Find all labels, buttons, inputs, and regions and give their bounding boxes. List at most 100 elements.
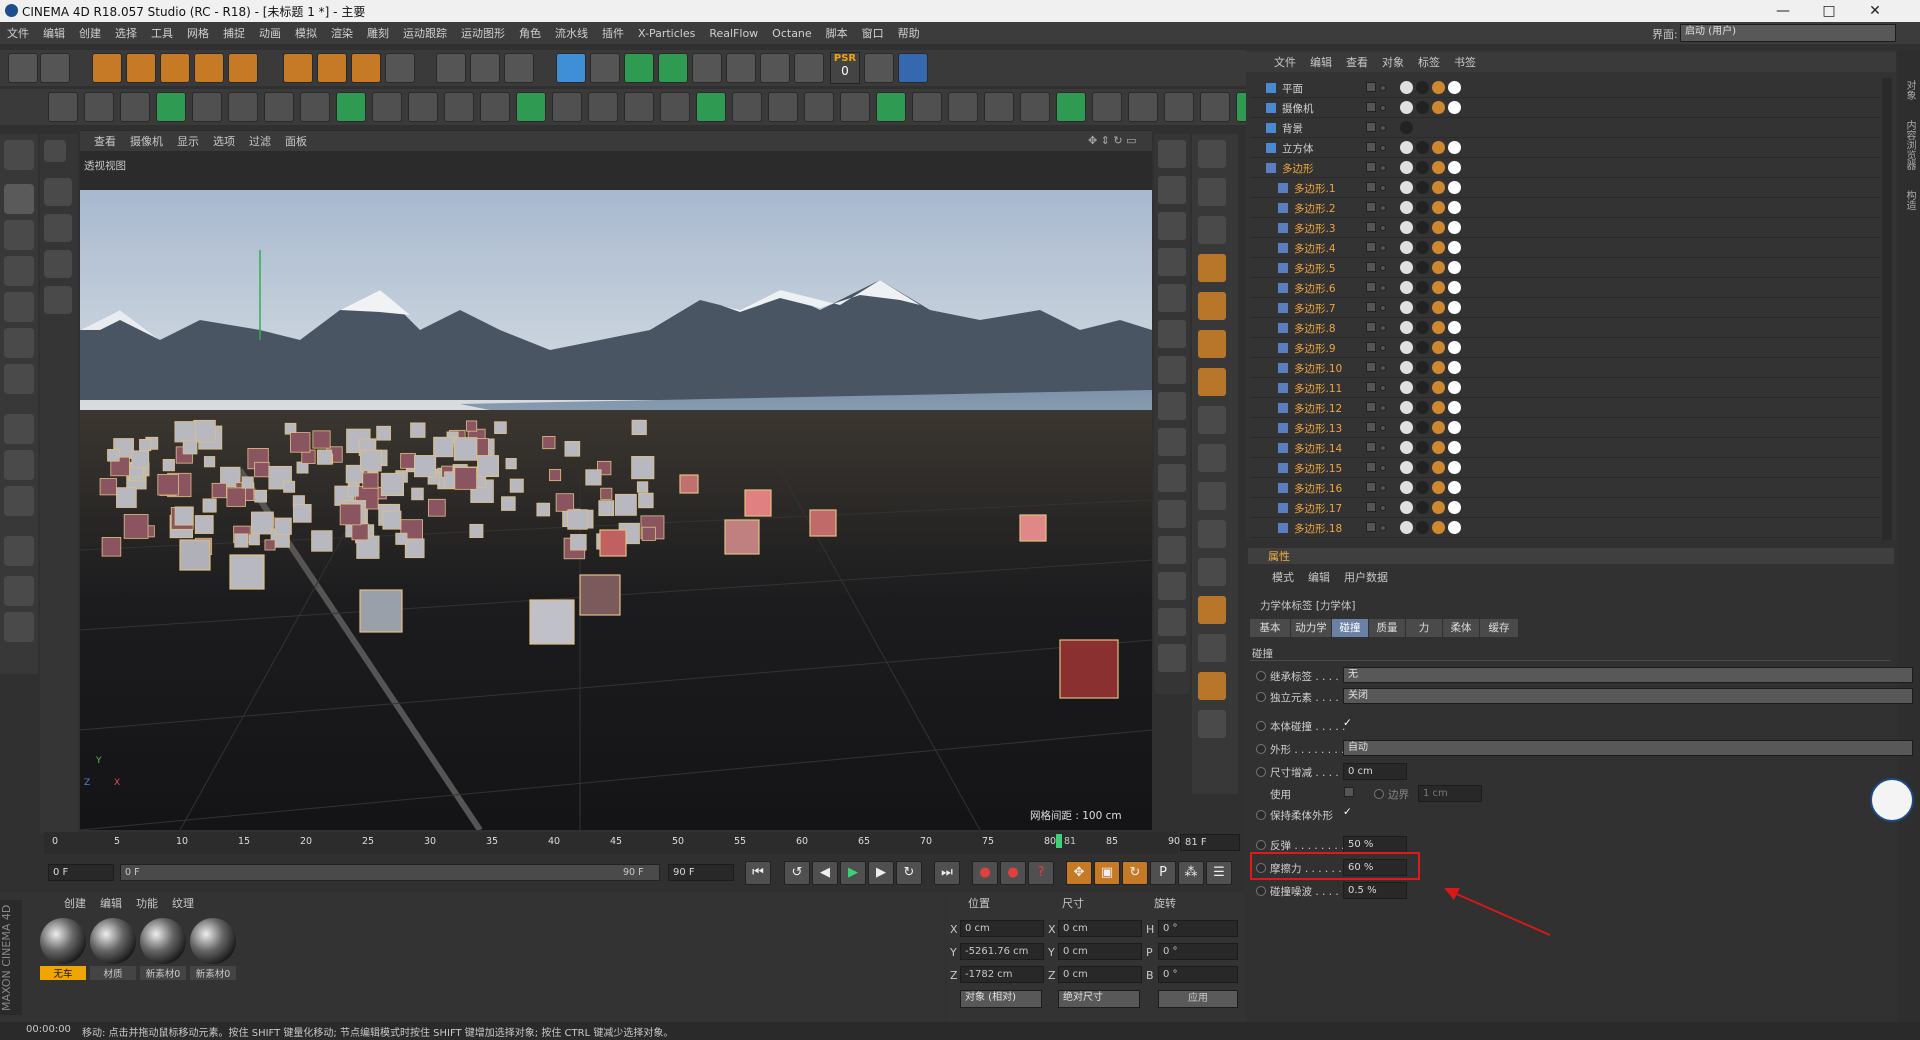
menu-file[interactable]: 文件 <box>0 25 36 41</box>
object-tag-icon[interactable] <box>1400 81 1413 94</box>
object-tag-icon[interactable] <box>1432 161 1445 174</box>
rigid-body-cube[interactable] <box>404 538 425 559</box>
friction-input[interactable]: 60 % <box>1343 859 1407 876</box>
object-tag-icon[interactable] <box>1416 481 1429 494</box>
play-icon[interactable]: ▶ <box>840 861 866 885</box>
rigid-body-cube[interactable] <box>505 457 517 470</box>
rigid-body-cube[interactable] <box>542 435 556 450</box>
next-frame-icon[interactable]: ▶ <box>868 861 894 885</box>
rigid-body-cube[interactable] <box>351 523 369 541</box>
move-tool-icon[interactable] <box>126 53 156 83</box>
object-tag-icon[interactable] <box>1448 361 1461 374</box>
object-tag-icon[interactable] <box>1416 241 1429 254</box>
object-tag-icon[interactable] <box>1448 321 1461 334</box>
viewport-tool-icon[interactable] <box>1158 500 1186 528</box>
layer-checkbox[interactable] <box>1366 82 1376 92</box>
dynamics-tool-icon[interactable] <box>1198 596 1226 624</box>
size-y-input[interactable]: 0 cm <box>1058 943 1142 960</box>
camera-icon[interactable] <box>760 53 790 83</box>
lasso-select-icon[interactable] <box>44 250 72 278</box>
object-tag-icon[interactable] <box>1432 361 1445 374</box>
object-tag-icon[interactable] <box>1432 521 1445 534</box>
rigid-body-cube[interactable] <box>359 589 403 633</box>
self-collision-radio[interactable] <box>1256 721 1266 731</box>
rigid-body-cube[interactable] <box>359 449 382 472</box>
shader-effector-icon[interactable] <box>732 92 762 122</box>
dynamics-tool-icon[interactable] <box>1198 634 1226 662</box>
material-swatch[interactable] <box>90 918 136 964</box>
dynamics-tool-icon[interactable] <box>1198 558 1226 586</box>
visibility-dot[interactable] <box>1380 285 1386 291</box>
undo-icon[interactable] <box>8 53 38 83</box>
object-tag-icon[interactable] <box>1400 361 1413 374</box>
visibility-dot[interactable] <box>1380 305 1386 311</box>
model-mode-icon[interactable] <box>4 184 34 214</box>
layer-checkbox[interactable] <box>1366 302 1376 312</box>
rotate-tool-icon[interactable] <box>194 53 224 83</box>
object-tag-icon[interactable] <box>1432 281 1445 294</box>
object-name[interactable]: 摄像机 <box>1282 101 1314 116</box>
rigid-body-cube[interactable] <box>203 456 216 468</box>
rigid-body-cube[interactable] <box>234 533 249 548</box>
point-select-icon[interactable] <box>156 92 186 122</box>
mat-menu-create[interactable]: 创建 <box>64 895 86 911</box>
tab-basic[interactable]: 基本 <box>1250 619 1290 637</box>
rigid-body-cube[interactable] <box>250 511 274 535</box>
object-tag-icon[interactable] <box>1432 461 1445 474</box>
visibility-dot[interactable] <box>1380 485 1386 491</box>
menu-mograph[interactable]: 运动图形 <box>454 25 512 41</box>
layer-checkbox[interactable] <box>1366 162 1376 172</box>
ring-select-icon[interactable] <box>192 92 222 122</box>
layer-checkbox[interactable] <box>1366 402 1376 412</box>
rigid-body-cube[interactable] <box>477 455 500 478</box>
object-tag-icon[interactable] <box>1432 221 1445 234</box>
rotation-h-input[interactable]: 0 ° <box>1158 920 1238 937</box>
visibility-dot[interactable] <box>1380 105 1386 111</box>
material-swatch[interactable] <box>140 918 186 964</box>
attr-menu-userdata[interactable]: 用户数据 <box>1344 569 1388 585</box>
rigid-body-cube[interactable] <box>380 472 405 497</box>
attr-menu-edit[interactable]: 编辑 <box>1308 569 1330 585</box>
independent-anim-radio[interactable] <box>1256 692 1266 702</box>
particles-icon[interactable] <box>912 92 942 122</box>
visibility-dot[interactable] <box>1380 525 1386 531</box>
rigid-body-cube[interactable] <box>123 514 149 539</box>
object-tag-icon[interactable] <box>1448 301 1461 314</box>
menu-xparticles[interactable]: X-Particles <box>631 27 702 40</box>
menu-animate[interactable]: 动画 <box>252 25 288 41</box>
object-tag-icon[interactable] <box>1448 201 1461 214</box>
transform-tool-icon[interactable] <box>228 53 258 83</box>
object-row[interactable]: 多边形.1 <box>1250 178 1880 198</box>
size-increment-input[interactable]: 0 cm <box>1343 763 1407 780</box>
object-tag-icon[interactable] <box>1400 201 1413 214</box>
object-name[interactable]: 多边形.13 <box>1294 421 1342 436</box>
rigid-body-cube[interactable] <box>194 515 214 534</box>
close-button[interactable]: ✕ <box>1852 0 1898 22</box>
help-icon[interactable] <box>44 140 66 162</box>
object-tag-icon[interactable] <box>1416 381 1429 394</box>
rigid-body-cube[interactable] <box>174 421 196 443</box>
object-tag-icon[interactable] <box>1432 321 1445 334</box>
spline-pen-icon[interactable] <box>48 92 78 122</box>
object-name[interactable]: 多边形.12 <box>1294 401 1342 416</box>
viewport-tool-icon[interactable] <box>1158 284 1186 312</box>
pen-spline-icon[interactable] <box>590 53 620 83</box>
layer-checkbox[interactable] <box>1366 102 1376 112</box>
layer-checkbox[interactable] <box>1366 422 1376 432</box>
visibility-dot[interactable] <box>1380 145 1386 151</box>
object-tag-icon[interactable] <box>1400 241 1413 254</box>
octane-icon[interactable] <box>898 53 928 83</box>
object-tag-icon[interactable] <box>1448 141 1461 154</box>
field-icon[interactable] <box>804 92 834 122</box>
tab-dynamics[interactable]: 动力学 <box>1291 619 1331 637</box>
layer-checkbox[interactable] <box>1366 122 1376 132</box>
rigid-body-cube[interactable] <box>107 449 120 462</box>
attractor-icon[interactable] <box>1020 92 1050 122</box>
object-tag-icon[interactable] <box>1448 441 1461 454</box>
object-row[interactable]: 多边形.7 <box>1250 298 1880 318</box>
layer-checkbox[interactable] <box>1366 202 1376 212</box>
object-tag-icon[interactable] <box>1416 301 1429 314</box>
xpresso-icon[interactable] <box>876 92 906 122</box>
rigid-body-cube[interactable] <box>274 517 292 535</box>
layer-checkbox[interactable] <box>1366 382 1376 392</box>
